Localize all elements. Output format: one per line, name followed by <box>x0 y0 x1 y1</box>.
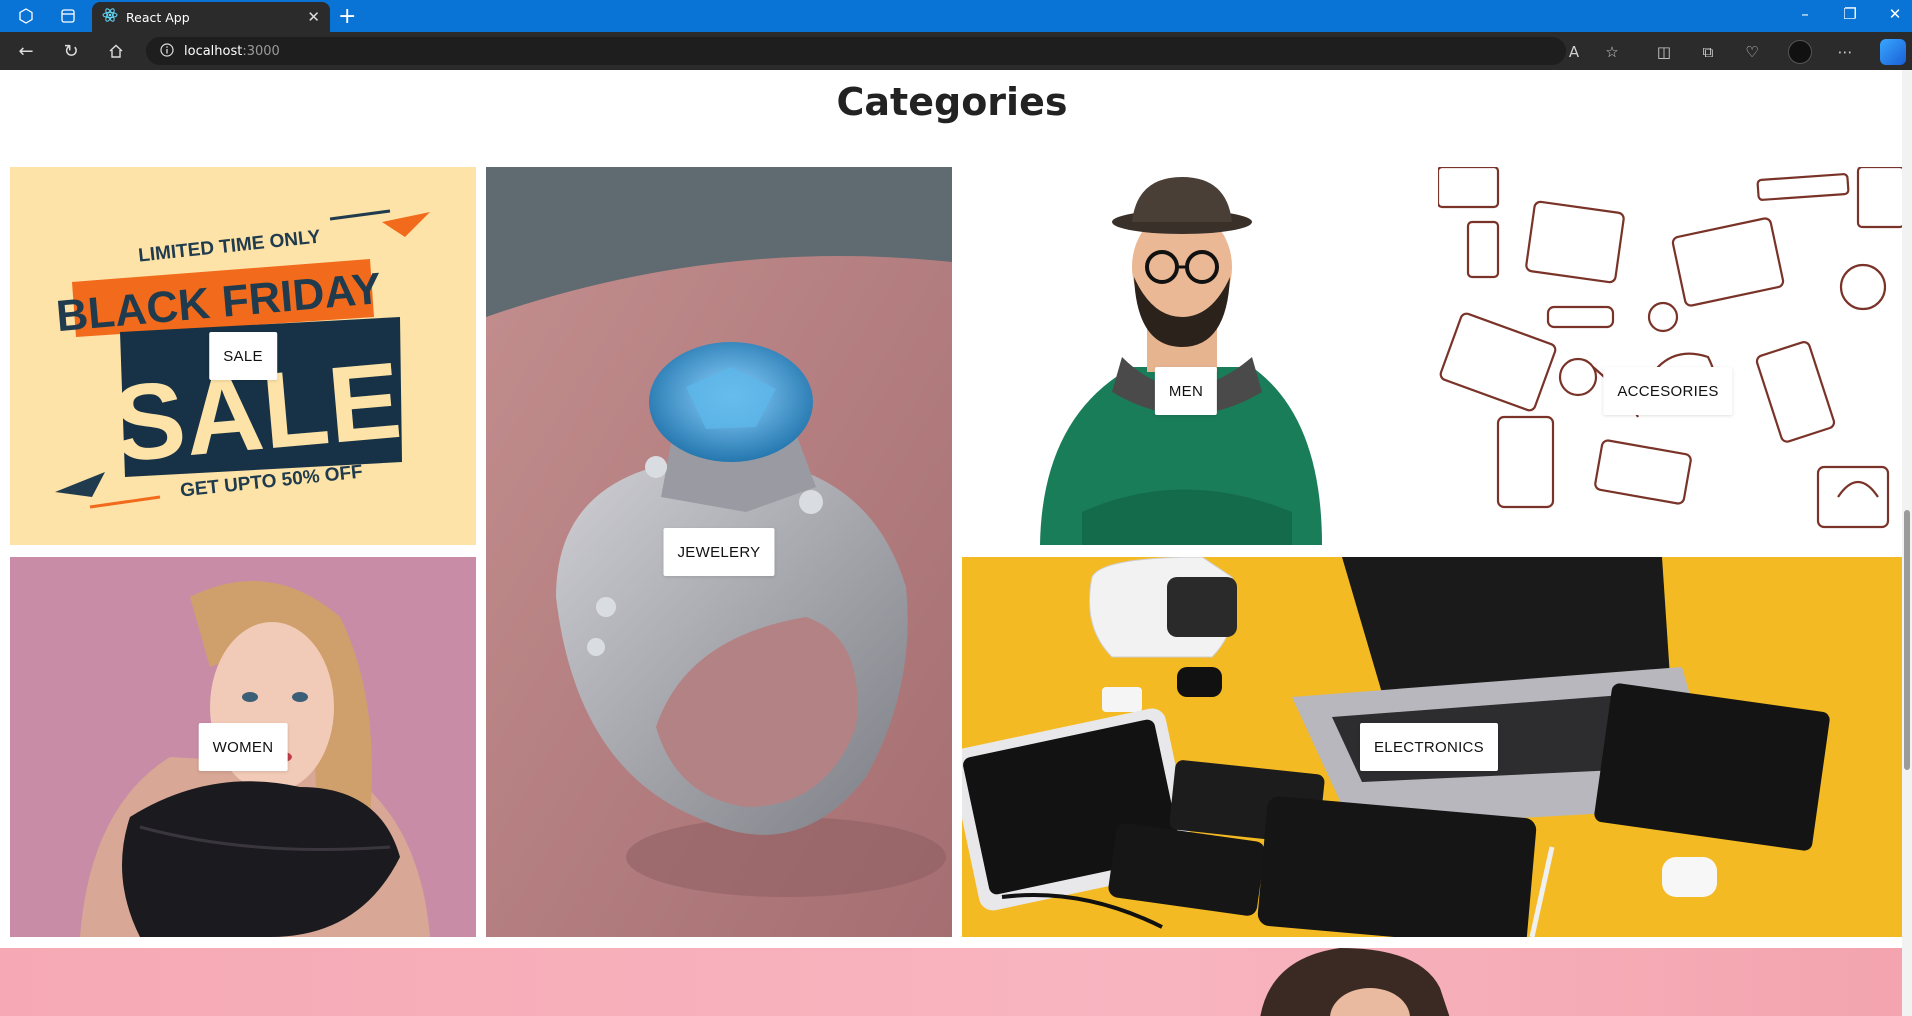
url-port: :3000 <box>242 43 280 59</box>
favorite-star-icon[interactable]: ☆ <box>1602 42 1622 62</box>
category-label-women[interactable]: WOMEN <box>198 723 288 771</box>
site-info-icon[interactable] <box>160 42 174 61</box>
url-host: localhost <box>184 43 243 59</box>
address-bar[interactable]: localhost:3000 <box>146 37 1566 65</box>
category-card-sale[interactable]: LIMITED TIME ONLY BLACK FRIDAY SALE GET … <box>10 167 476 545</box>
browser-toolbar: ← ↻ localhost:3000 A ☆ ◫ ⧉ ♡ ⋯ <box>0 32 1912 70</box>
split-screen-icon[interactable]: ◫ <box>1654 42 1674 62</box>
close-window-icon[interactable]: ✕ <box>1885 5 1905 23</box>
category-card-accesories[interactable]: ACCESORIES <box>1438 167 1904 545</box>
men-model-image <box>962 167 1428 545</box>
workspaces-icon[interactable] <box>16 6 36 26</box>
category-card-women[interactable]: WOMEN <box>10 557 476 937</box>
browser-title-bar: React App ✕ + – ❐ ✕ <box>0 0 1912 32</box>
profile-avatar[interactable] <box>1788 40 1812 64</box>
category-label-electronics[interactable]: ELECTRONICS <box>1360 723 1498 771</box>
category-card-men[interactable]: MEN <box>962 167 1428 545</box>
new-tab-icon[interactable]: + <box>338 4 356 29</box>
copilot-icon[interactable] <box>1880 39 1906 65</box>
accesories-sketch-image <box>1438 167 1904 545</box>
home-icon[interactable] <box>106 41 126 61</box>
scrollbar-thumb[interactable] <box>1904 510 1910 770</box>
category-label-men[interactable]: MEN <box>1154 367 1218 415</box>
restore-icon[interactable]: ❐ <box>1840 5 1860 23</box>
category-label-sale[interactable]: SALE <box>209 332 277 380</box>
read-aloud-icon[interactable]: A <box>1564 42 1584 62</box>
tab-title: React App <box>126 9 190 25</box>
more-options-icon[interactable]: ⋯ <box>1835 42 1855 62</box>
category-label-accesories[interactable]: ACCESORIES <box>1603 367 1733 415</box>
back-icon[interactable]: ← <box>16 41 36 62</box>
category-label-jewelery[interactable]: JEWELERY <box>663 528 775 576</box>
page-title: Categories <box>836 80 1068 124</box>
refresh-icon[interactable]: ↻ <box>61 41 81 62</box>
collections-icon[interactable]: ⧉ <box>1698 42 1718 62</box>
browser-tab[interactable]: React App ✕ <box>92 2 330 32</box>
category-card-jewelery[interactable]: JEWELERY <box>486 167 952 937</box>
page-content: Categories LIMITED TIME ONLY BLACK FRIDA… <box>0 70 1912 1016</box>
category-card-electronics[interactable]: ELECTRONICS <box>962 557 1904 937</box>
tab-actions-icon[interactable] <box>58 6 78 26</box>
browser-essentials-icon[interactable]: ♡ <box>1742 42 1762 62</box>
react-logo-icon <box>102 7 118 27</box>
close-tab-icon[interactable]: ✕ <box>307 8 320 26</box>
minimize-icon[interactable]: – <box>1795 5 1815 23</box>
banner-model-image <box>1260 948 1450 1016</box>
next-section-banner <box>0 948 1904 1016</box>
page-scrollbar[interactable] <box>1902 70 1912 1016</box>
